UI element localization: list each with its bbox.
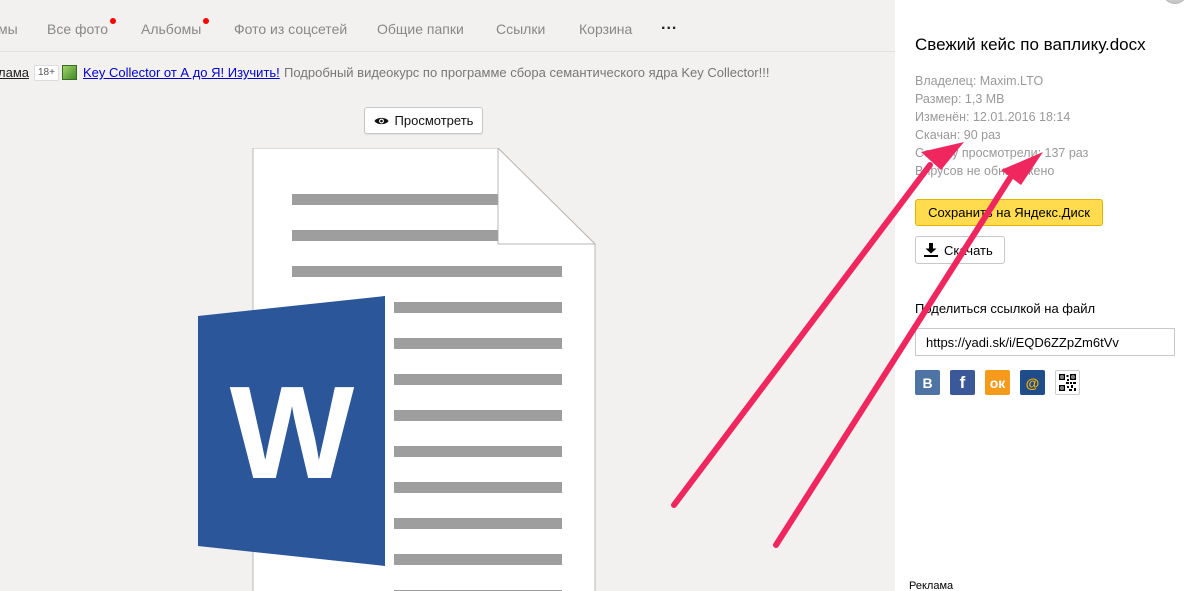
file-download-count: Скачан: 90 раз bbox=[915, 128, 1001, 142]
tab-albums-label: Альбомы bbox=[141, 21, 202, 37]
tab-shared-folders[interactable]: Общие папки bbox=[377, 21, 464, 37]
qr-code-icon bbox=[1059, 374, 1076, 391]
share-odnoklassniki-button[interactable]: ок bbox=[985, 370, 1010, 395]
top-tabs-bar: мы Все фото Альбомы Фото из соцсетей Общ… bbox=[0, 0, 895, 52]
word-document-icon: W bbox=[198, 148, 597, 591]
new-indicator-dot bbox=[203, 18, 210, 24]
word-letter: W bbox=[230, 359, 355, 506]
tab-partial[interactable]: мы bbox=[0, 21, 18, 37]
odnoklassniki-icon: ок bbox=[989, 374, 1006, 391]
download-button[interactable]: Скачать bbox=[915, 236, 1005, 264]
share-mailru-button[interactable]: @ bbox=[1020, 370, 1045, 395]
file-info-panel: Свежий кейс по ваплику.docx Владелец: Ma… bbox=[895, 0, 1202, 591]
tab-all-photos-label: Все фото bbox=[47, 21, 109, 37]
file-modified: Изменён: 12.01.2016 18:14 bbox=[915, 110, 1071, 124]
new-indicator-dot bbox=[110, 18, 117, 24]
file-title: Свежий кейс по ваплику.docx bbox=[915, 35, 1146, 54]
share-link-field[interactable] bbox=[915, 328, 1175, 356]
vk-icon: В bbox=[922, 374, 933, 391]
share-link-label: Поделиться ссылкой на файл bbox=[915, 301, 1096, 316]
share-facebook-button[interactable]: f bbox=[950, 370, 975, 395]
view-button-label: Просмотреть bbox=[394, 113, 474, 128]
more-tabs-button[interactable]: ... bbox=[661, 16, 677, 34]
download-button-label: Скачать bbox=[944, 242, 993, 258]
ad-favicon-icon bbox=[62, 65, 77, 80]
facebook-icon: f bbox=[959, 372, 966, 392]
ad-label-partial[interactable]: лама bbox=[0, 65, 29, 80]
share-vk-button[interactable]: В bbox=[915, 370, 940, 395]
file-view-count: Ссылку просмотрели: 137 раз bbox=[915, 146, 1089, 160]
download-icon bbox=[924, 243, 938, 257]
tab-links[interactable]: Ссылки bbox=[496, 21, 545, 37]
save-to-disk-button[interactable]: Сохранить на Яндекс.Диск bbox=[915, 199, 1103, 226]
mailru-icon: @ bbox=[1025, 374, 1040, 391]
qr-code-button[interactable] bbox=[1055, 370, 1080, 395]
ad-description: Подробный видеокурс по программе сбора с… bbox=[284, 65, 770, 80]
tab-all-photos[interactable]: Все фото bbox=[47, 18, 117, 37]
preview-area: лама 18+ Key Collector от А до Я! Изучит… bbox=[0, 52, 895, 591]
file-size: Размер: 1,3 MB bbox=[915, 92, 1005, 106]
file-owner: Владелец: Maxim.LTO bbox=[915, 74, 1044, 88]
ads-label: Реклама bbox=[909, 580, 954, 591]
ad-line: лама 18+ Key Collector от А до Я! Изучит… bbox=[0, 65, 895, 81]
ad-link[interactable]: Key Collector от А до Я! Изучить! bbox=[83, 65, 280, 80]
age-rating-badge: 18+ bbox=[34, 65, 59, 81]
virus-check-status: Вирусов не обнаружено bbox=[915, 164, 1055, 178]
tab-albums[interactable]: Альбомы bbox=[141, 18, 210, 37]
tab-social-photos[interactable]: Фото из соцсетей bbox=[234, 21, 347, 37]
eye-icon bbox=[374, 117, 389, 124]
view-button[interactable]: Просмотреть bbox=[364, 107, 483, 134]
tab-trash[interactable]: Корзина bbox=[579, 21, 632, 37]
